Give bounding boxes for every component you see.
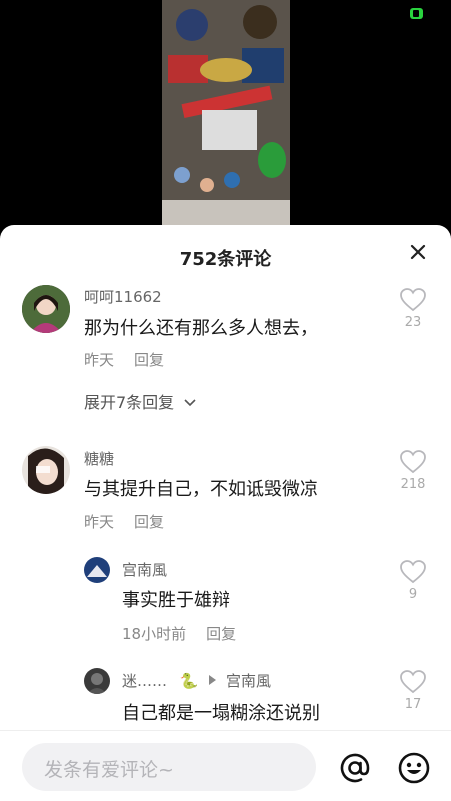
comments-sheet: 752条评论 呵呵11662 那为什么还有那么多人想去， 昨天 回复 23 展开7… bbox=[0, 225, 451, 800]
snake-emoji: 🐍 bbox=[179, 672, 199, 690]
like-count: 17 bbox=[404, 697, 422, 712]
like-button[interactable]: 23 bbox=[398, 288, 428, 330]
comment-input[interactable]: 发条有爱评论~ bbox=[22, 743, 316, 791]
heart-icon bbox=[400, 450, 426, 474]
video-poster[interactable] bbox=[162, 0, 290, 228]
like-count: 9 bbox=[408, 587, 418, 602]
comment-composer: 发条有爱评论~ bbox=[0, 730, 451, 801]
like-button[interactable]: 17 bbox=[398, 670, 428, 712]
comments-count-title: 752条评论 bbox=[179, 249, 272, 270]
like-count: 23 bbox=[404, 315, 422, 330]
like-button[interactable]: 218 bbox=[398, 450, 428, 492]
heart-icon bbox=[400, 560, 426, 584]
avatar[interactable] bbox=[22, 285, 70, 333]
comment-time: 昨天 bbox=[84, 513, 115, 531]
reply-username[interactable]: 宫南風 bbox=[122, 559, 167, 580]
comment-input-placeholder: 发条有爱评论~ bbox=[44, 759, 174, 781]
reply-text: 自己都是一塌糊涂还说别 bbox=[122, 703, 320, 724]
heart-icon bbox=[400, 670, 426, 694]
comment-username[interactable]: 糖糖 bbox=[84, 448, 114, 469]
avatar[interactable] bbox=[84, 557, 110, 583]
expand-replies-button[interactable]: 展开7条回复 bbox=[84, 389, 197, 413]
reply-arrow-icon bbox=[209, 675, 217, 685]
emoji-icon[interactable] bbox=[397, 751, 431, 785]
at-icon[interactable] bbox=[338, 751, 372, 785]
reply-username[interactable]: 迷…… bbox=[122, 672, 167, 690]
close-icon[interactable] bbox=[407, 241, 429, 263]
comment-text: 那为什么还有那么多人想去， bbox=[84, 318, 318, 339]
battery-icon bbox=[410, 8, 423, 19]
like-button[interactable]: 9 bbox=[398, 560, 428, 602]
comment-text: 与其提升自己，不如诋毁微凉 bbox=[84, 479, 318, 500]
avatar[interactable] bbox=[84, 668, 110, 694]
reply-button[interactable]: 回复 bbox=[206, 625, 236, 643]
reply-to-username[interactable]: 宫南風 bbox=[226, 672, 271, 690]
comment-time: 昨天 bbox=[84, 351, 115, 369]
reply-header: 迷…… 🐍 宫南風 bbox=[122, 670, 271, 691]
avatar[interactable] bbox=[22, 446, 70, 494]
reply-button[interactable]: 回复 bbox=[134, 351, 164, 369]
comment-username[interactable]: 呵呵11662 bbox=[84, 286, 162, 307]
heart-icon bbox=[400, 288, 426, 312]
reply-time: 18小时前 bbox=[122, 625, 187, 643]
reply-text: 事实胜于雄辩 bbox=[122, 590, 230, 611]
chevron-down-icon bbox=[184, 399, 196, 407]
reply-button[interactable]: 回复 bbox=[134, 513, 164, 531]
like-count: 218 bbox=[400, 477, 426, 492]
